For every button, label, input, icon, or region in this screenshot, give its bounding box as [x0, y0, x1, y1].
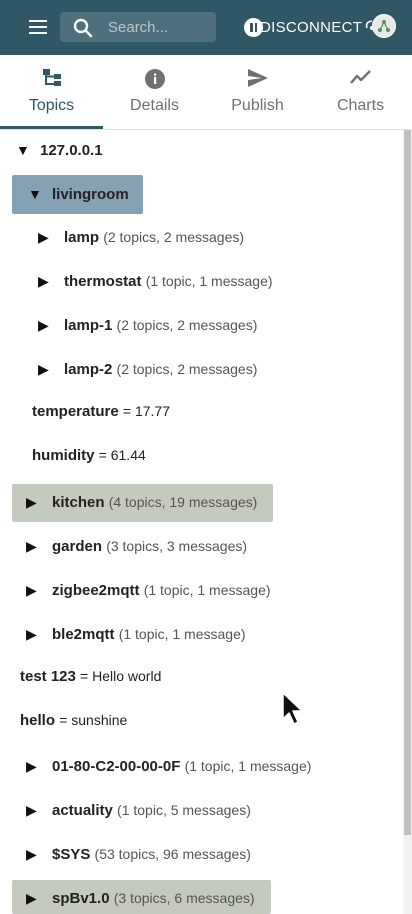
tab-label: Publish	[231, 97, 284, 114]
tree-node-livingroom[interactable]: ▼ livingroom	[28, 179, 129, 209]
tree-node-kitchen[interactable]: ▶ kitchen (4 topics, 19 messages)	[26, 487, 257, 517]
node-meta: (1 topic, 5 messages)	[117, 802, 251, 818]
tree-scrollbar[interactable]	[403, 130, 412, 914]
node-name: kitchen	[52, 494, 105, 511]
node-name: ble2mqtt	[52, 626, 115, 643]
tree-leaf[interactable]: test 123 = Hello world	[20, 661, 161, 691]
leaf-name: test 123	[20, 668, 76, 685]
disconnect-button[interactable]: DISCONNECT	[260, 19, 362, 36]
node-name: 127.0.0.1	[40, 142, 103, 159]
tab-label: Details	[130, 97, 179, 114]
node-name: actuality	[52, 802, 113, 819]
tree-node[interactable]: ▶ $SYS (53 topics, 96 messages)	[26, 839, 251, 869]
node-meta: (1 topic, 1 message)	[143, 582, 271, 598]
node-name: lamp-1	[64, 317, 113, 334]
mouse-cursor-icon	[282, 692, 303, 725]
tab-indicator	[0, 126, 103, 129]
node-meta: (2 topics, 2 messages)	[116, 317, 258, 333]
connection-avatar[interactable]	[372, 14, 396, 38]
leaf-value: = sunshine	[59, 712, 128, 728]
tree-node[interactable]: ▶ lamp (2 topics, 2 messages)	[38, 222, 244, 252]
node-meta: (4 topics, 19 messages)	[108, 494, 258, 510]
expand-arrow-icon[interactable]: ▶	[26, 839, 44, 869]
expand-arrow-icon[interactable]: ▼	[28, 179, 46, 209]
tree-node[interactable]: ▶ garden (3 topics, 3 messages)	[26, 531, 247, 561]
tab-charts[interactable]: Charts	[309, 55, 412, 129]
node-name: 01-80-C2-00-00-0F	[52, 758, 181, 775]
expand-arrow-icon[interactable]: ▶	[26, 883, 44, 913]
tree-leaf[interactable]: humidity = 61.44	[32, 440, 146, 470]
leaf-value: = 17.77	[122, 403, 170, 419]
tab-topics[interactable]: Topics	[0, 55, 103, 129]
node-meta: (2 topics, 2 messages)	[116, 361, 258, 377]
tree-node[interactable]: ▶ zigbee2mqtt (1 topic, 1 message)	[26, 575, 271, 605]
tree-leaf[interactable]: hello = sunshine	[20, 705, 127, 735]
node-name: lamp-2	[64, 361, 113, 378]
tree-node[interactable]: ▶ lamp-2 (2 topics, 2 messages)	[38, 354, 257, 384]
topic-tree: ▼ 127.0.0.1 ▼ livingroom ▶ lamp (2 topics, …	[0, 130, 412, 914]
tab-publish[interactable]: Publish	[206, 55, 309, 129]
node-name: zigbee2mqtt	[52, 582, 140, 599]
expand-arrow-icon[interactable]: ▼	[16, 135, 34, 165]
node-name: lamp	[64, 229, 100, 246]
expand-arrow-icon[interactable]: ▶	[38, 222, 56, 252]
tree-icon	[42, 69, 61, 86]
node-meta: (1 topic, 1 message)	[184, 758, 312, 774]
tree-leaf[interactable]: temperature = 17.77	[32, 396, 170, 426]
node-meta: (2 topics, 2 messages)	[103, 229, 245, 245]
search-icon	[73, 18, 93, 38]
leaf-name: hello	[20, 712, 56, 729]
tab-label: Charts	[336, 97, 385, 114]
tab-label: Topics	[28, 97, 75, 114]
tree-node[interactable]: ▶ 01-80-C2-00-00-0F (1 topic, 1 message)	[26, 751, 311, 781]
leaf-value: = 61.44	[98, 447, 146, 463]
node-name: spBv1.0	[52, 890, 110, 907]
node-meta: (1 topic, 1 message)	[145, 273, 273, 289]
node-meta: (1 topic, 1 message)	[118, 626, 246, 642]
expand-arrow-icon[interactable]: ▶	[38, 310, 56, 340]
expand-arrow-icon[interactable]: ▶	[26, 487, 44, 517]
expand-arrow-icon[interactable]: ▶	[38, 266, 56, 296]
chart-icon	[349, 70, 371, 84]
leaf-name: temperature	[32, 403, 119, 420]
node-name: thermostat	[64, 273, 142, 290]
expand-arrow-icon[interactable]: ▶	[26, 531, 44, 561]
tree-node[interactable]: ▶ lamp-1 (2 topics, 2 messages)	[38, 310, 257, 340]
tree-node[interactable]: ▶ spBv1.0 (3 topics, 6 messages)	[26, 883, 255, 913]
tree-node-root[interactable]: ▼ 127.0.0.1	[16, 135, 103, 165]
scrollbar-thumb[interactable]	[404, 130, 411, 835]
leaf-value: = Hello world	[80, 668, 162, 684]
node-name: livingroom	[52, 186, 129, 203]
expand-arrow-icon[interactable]: ▶	[26, 575, 44, 605]
tree-node[interactable]: ▶ actuality (1 topic, 5 messages)	[26, 795, 251, 825]
expand-arrow-icon[interactable]: ▶	[38, 354, 56, 384]
node-meta: (3 topics, 3 messages)	[106, 538, 248, 554]
menu-icon[interactable]	[26, 17, 50, 39]
send-icon	[247, 69, 268, 87]
expand-arrow-icon[interactable]: ▶	[26, 795, 44, 825]
node-name: garden	[52, 538, 103, 555]
node-meta: (53 topics, 96 messages)	[94, 846, 251, 862]
tree-node[interactable]: ▶ thermostat (1 topic, 1 message)	[38, 266, 273, 296]
expand-arrow-icon[interactable]: ▶	[26, 751, 44, 781]
search-input[interactable]	[108, 12, 212, 42]
info-icon	[144, 69, 165, 89]
app-bar: DISCONNECT	[0, 0, 412, 55]
expand-arrow-icon[interactable]: ▶	[26, 619, 44, 649]
tab-bar: Topics Details Publish Charts	[0, 55, 412, 130]
network-icon	[378, 20, 390, 32]
search-box[interactable]	[60, 12, 216, 42]
node-name: $SYS	[52, 846, 91, 863]
tab-details[interactable]: Details	[103, 55, 206, 129]
leaf-name: humidity	[32, 447, 95, 464]
node-meta: (3 topics, 6 messages)	[113, 890, 255, 906]
tree-node[interactable]: ▶ ble2mqtt (1 topic, 1 message)	[26, 619, 246, 649]
